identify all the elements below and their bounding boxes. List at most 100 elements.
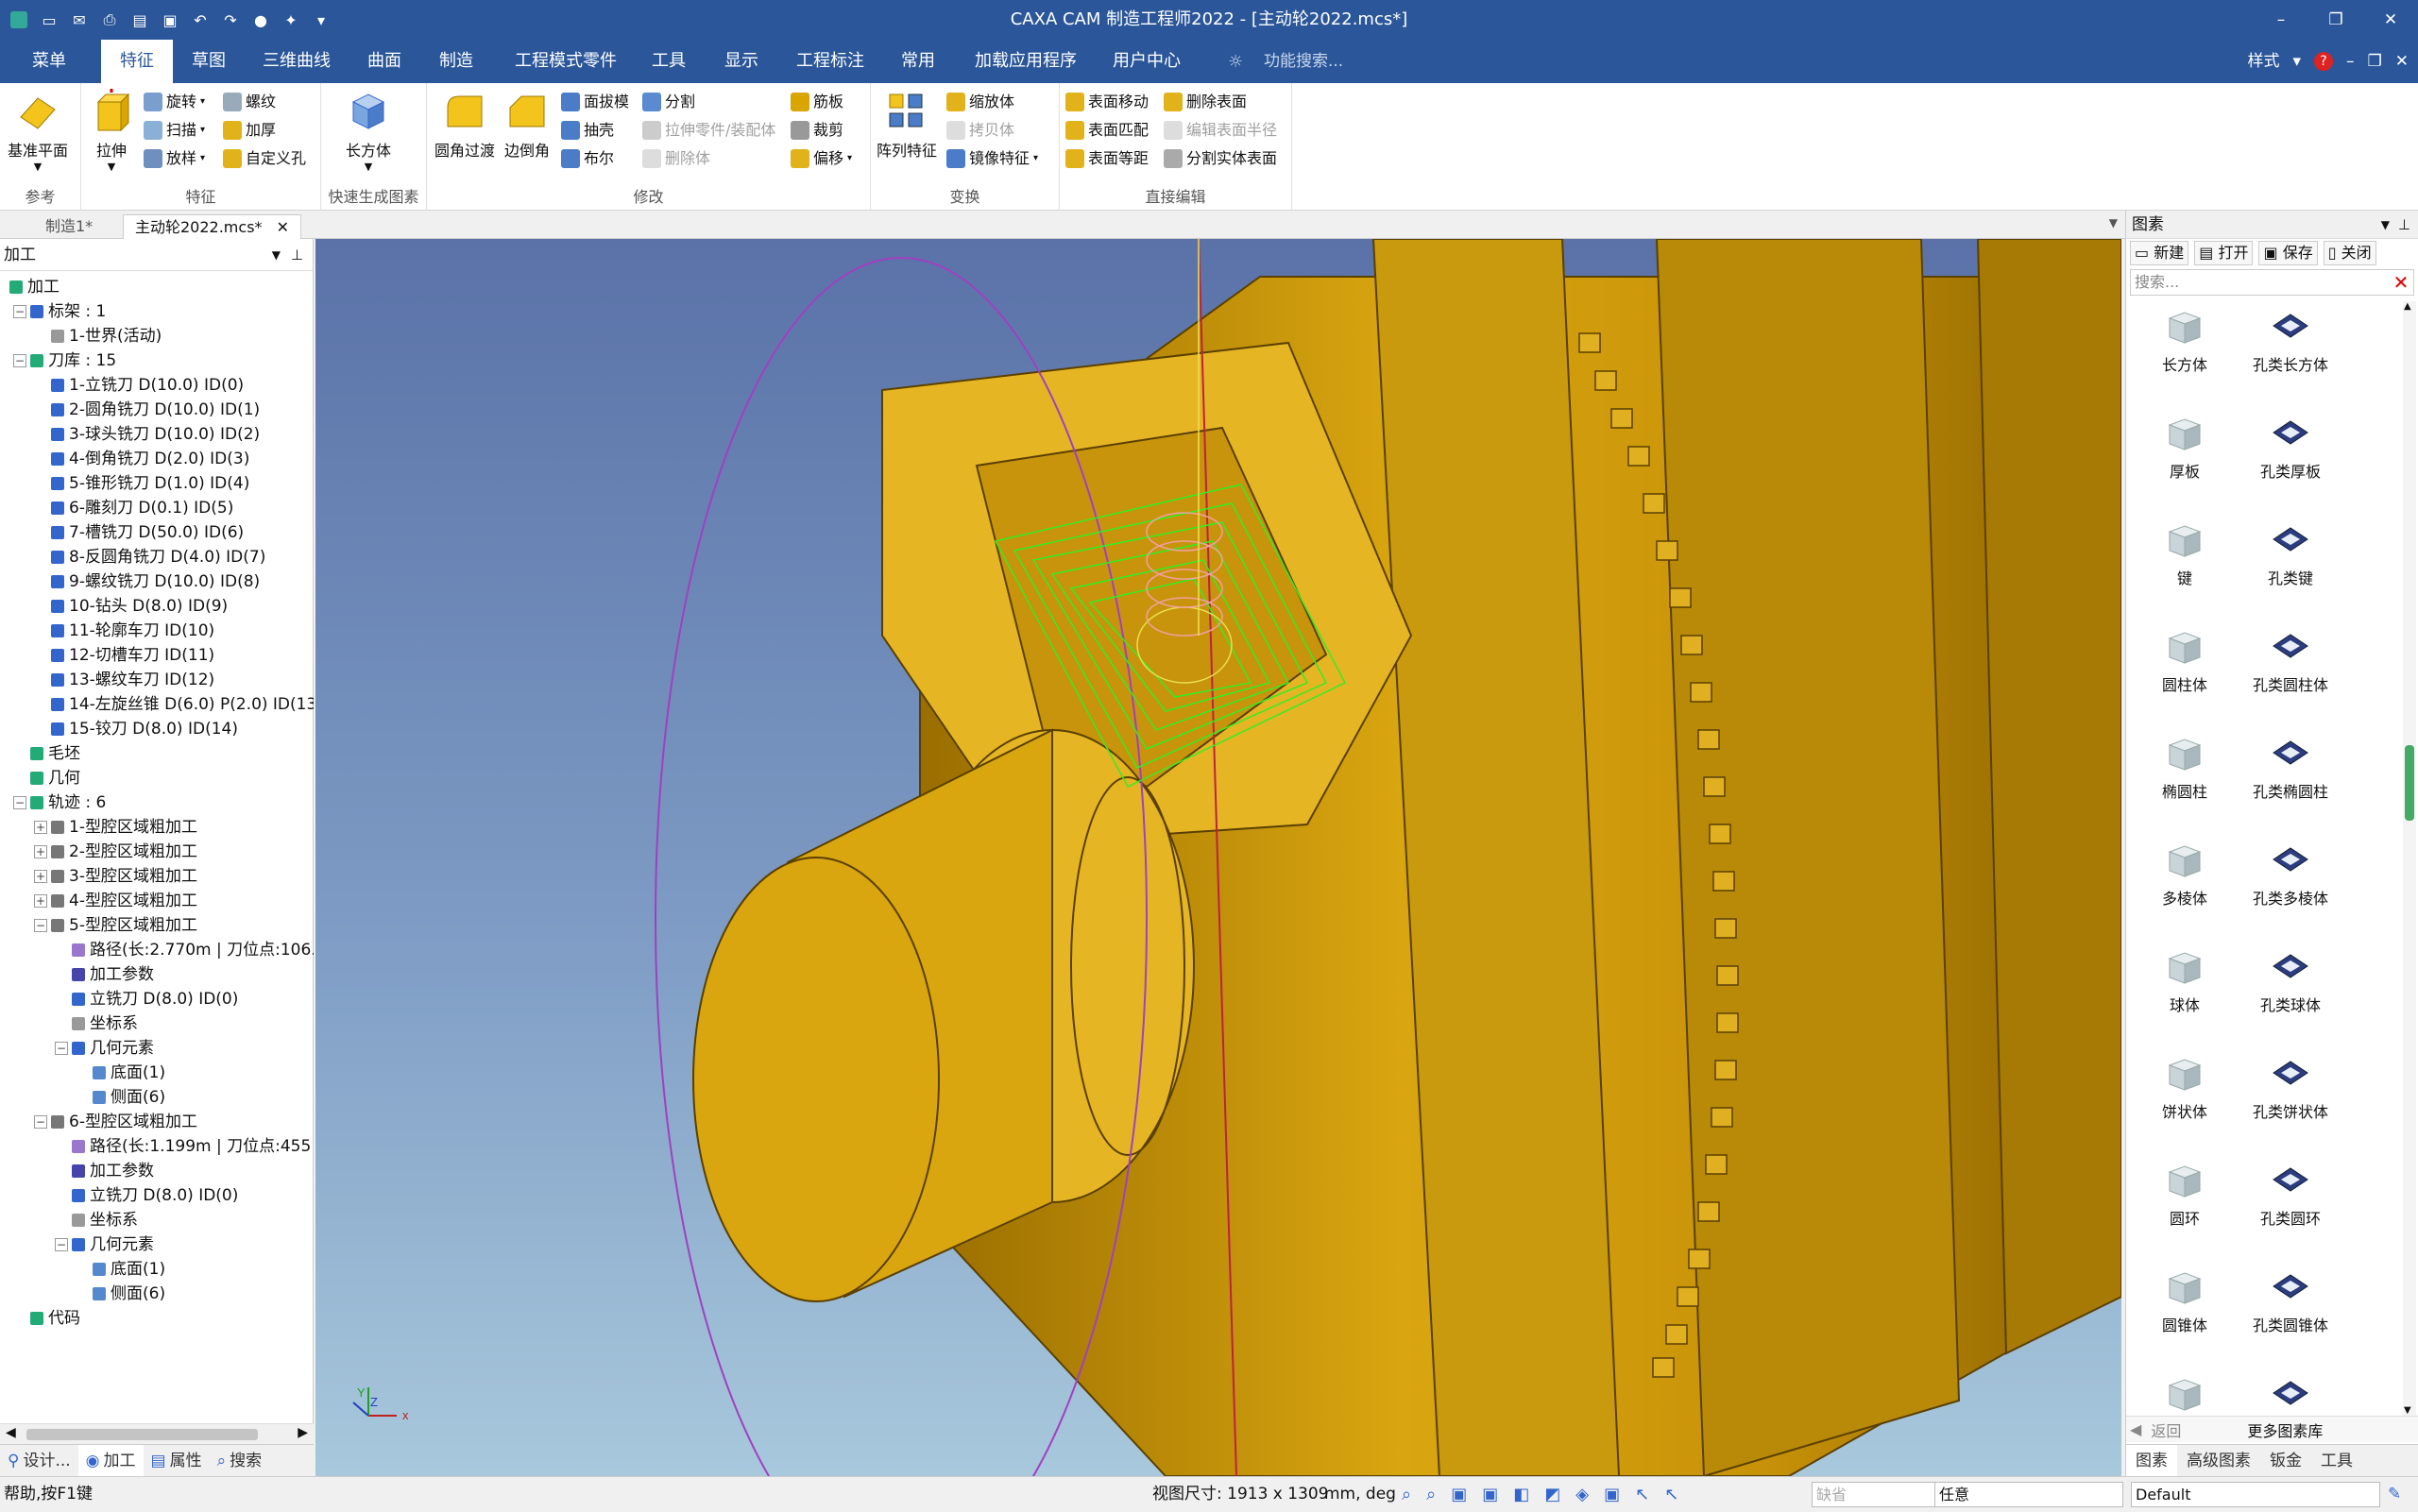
tree-node[interactable]: 坐标系 xyxy=(72,1011,138,1036)
tree-node[interactable]: 底面(1) xyxy=(93,1061,165,1085)
primitive-item[interactable]: 孔类球体 xyxy=(2234,949,2347,1015)
match-face-button[interactable]: 表面匹配 xyxy=(1065,117,1149,144)
style-dropdown-arrow-icon[interactable]: ▾ xyxy=(2292,40,2301,83)
primitive-item[interactable]: 孔类圆环 xyxy=(2234,1163,2347,1229)
offset-button[interactable]: 偏移 ▾ xyxy=(791,145,852,172)
primitive-item[interactable]: 厚板 xyxy=(2128,416,2241,482)
section-view-icon[interactable]: ◧ xyxy=(1513,1477,1529,1512)
primitive-item[interactable]: 孔类键 xyxy=(2234,522,2347,588)
tree-node[interactable]: 14-左旋丝锥 D(6.0) P(2.0) ID(13 xyxy=(51,692,314,717)
pencil-icon[interactable]: ✎ xyxy=(2388,1477,2401,1512)
tree-node[interactable]: 13-螺纹车刀 ID(12) xyxy=(51,668,214,692)
tree-node[interactable]: 1-立铣刀 D(10.0) ID(0) xyxy=(51,373,244,398)
tree-node[interactable]: 1-世界(活动) xyxy=(51,324,162,348)
tree-expander[interactable]: + xyxy=(34,845,47,858)
more-libraries-button[interactable]: 更多图素库 xyxy=(2247,1419,2323,1441)
doc-tab-main-wheel[interactable]: 主动轮2022.mcs* ✕ xyxy=(123,214,302,239)
tree-node[interactable]: 10-钻头 D(8.0) ID(9) xyxy=(51,594,228,619)
panel-dropdown-icon[interactable]: ▼ xyxy=(272,239,281,271)
back-arrow-icon[interactable]: ◀ xyxy=(2130,1420,2141,1438)
tree-node[interactable]: 加工参数 xyxy=(72,1159,154,1183)
tab-surface[interactable]: 曲面 xyxy=(367,40,401,83)
maximize-button[interactable]: ❐ xyxy=(2308,0,2363,40)
tree-node[interactable]: 轨迹 : 6 xyxy=(30,790,106,815)
view-orient-icon[interactable]: ▣ xyxy=(1451,1477,1467,1512)
tree-node[interactable]: 15-铰刀 D(8.0) ID(14) xyxy=(51,717,238,741)
mirror-feature-button[interactable]: 镜像特征 ▾ xyxy=(946,145,1038,172)
tree-node[interactable]: 刀库 : 15 xyxy=(30,348,116,373)
tree-node[interactable]: 代码 xyxy=(30,1306,80,1331)
new-library-button[interactable]: ▭ 新建 xyxy=(2130,241,2189,265)
display-mode-icon[interactable]: ▣ xyxy=(1482,1477,1498,1512)
tree-node[interactable]: 标架 : 1 xyxy=(30,299,106,324)
tab-feature[interactable]: 特征 xyxy=(101,40,173,83)
doc-minimize-button[interactable]: – xyxy=(2346,40,2355,83)
tab-display[interactable]: 显示 xyxy=(724,40,758,83)
tree-expander[interactable]: − xyxy=(13,305,26,318)
primitive-item[interactable]: 圆柱体 xyxy=(2128,629,2241,695)
primitive-item[interactable]: 多棱体 xyxy=(2128,842,2241,909)
tree-node[interactable]: 2-型腔区域粗加工 xyxy=(51,840,197,864)
primitive-item[interactable]: 孔类长方体 xyxy=(2234,309,2347,375)
split-body-face-button[interactable]: 分割实体表面 xyxy=(1164,145,1277,172)
move-face-button[interactable]: 表面移动 xyxy=(1065,89,1149,115)
primitive-item[interactable]: 键 xyxy=(2128,522,2241,588)
tab-user-center[interactable]: 用户中心 xyxy=(1113,40,1181,83)
primitive-item[interactable] xyxy=(2128,1376,2241,1416)
tree-node[interactable]: 7-槽铣刀 D(50.0) ID(6) xyxy=(51,520,244,545)
delete-body-button[interactable]: 删除体 xyxy=(642,145,710,172)
boolean-button[interactable]: 布尔 xyxy=(561,145,614,172)
tree-expander[interactable]: − xyxy=(13,796,26,809)
tree-node[interactable]: 路径(长:1.199m | 刀位点:455 xyxy=(72,1134,311,1159)
primitive-search-input[interactable]: 搜索... ✕ xyxy=(2130,269,2414,296)
trim-button[interactable]: 裁剪 xyxy=(791,117,843,144)
filter-default-select[interactable]: 缺省 xyxy=(1812,1482,1936,1507)
zoom-icon[interactable]: ⌕ xyxy=(1402,1477,1411,1512)
custom-hole-button[interactable]: 自定义孔 xyxy=(223,145,306,172)
tree-node[interactable]: 立铣刀 D(8.0) ID(0) xyxy=(72,1183,238,1208)
tab-advanced-primitives[interactable]: 高级图素 xyxy=(2177,1445,2260,1477)
tree-node[interactable]: 几何元素 xyxy=(72,1232,154,1257)
tree-node[interactable]: 8-反圆角铣刀 D(4.0) ID(7) xyxy=(51,545,265,569)
scroll-right-icon[interactable]: ▶ xyxy=(298,1425,308,1440)
primitive-item[interactable]: 长方体 xyxy=(2128,309,2241,375)
tree-node[interactable]: 立铣刀 D(8.0) ID(0) xyxy=(72,987,238,1011)
primitive-item[interactable]: 椭圆柱 xyxy=(2128,736,2241,802)
scroll-down-icon[interactable]: ▼ xyxy=(2404,1405,2411,1416)
shell-button[interactable]: 抽壳 xyxy=(561,117,614,144)
style-dropdown[interactable]: 样式 xyxy=(2247,40,2279,83)
tree-expander[interactable]: + xyxy=(34,821,47,834)
tree-node[interactable]: 加工参数 xyxy=(72,962,154,987)
close-button[interactable]: ✕ xyxy=(2363,0,2418,40)
doc-close-button[interactable]: ✕ xyxy=(2395,40,2409,83)
tree-node[interactable]: 3-球头铣刀 D(10.0) ID(2) xyxy=(51,422,260,447)
scroll-thumb[interactable] xyxy=(26,1429,258,1440)
datum-plane-button[interactable]: 基准平面 ▼ xyxy=(8,89,68,173)
tree-node[interactable]: 9-螺纹铣刀 D(10.0) ID(8) xyxy=(51,569,260,594)
loft-button[interactable]: 放样 ▾ xyxy=(144,145,205,172)
tree-node[interactable]: 4-型腔区域粗加工 xyxy=(51,889,197,913)
tree-expander[interactable]: − xyxy=(55,1238,68,1251)
tree-node[interactable]: 6-型腔区域粗加工 xyxy=(51,1110,197,1134)
tree-expander[interactable]: − xyxy=(13,354,26,367)
tree-node[interactable]: 1-型腔区域粗加工 xyxy=(51,815,197,840)
tree-expander[interactable]: − xyxy=(55,1042,68,1055)
tree-node[interactable]: 2-圆角铣刀 D(10.0) ID(1) xyxy=(51,398,260,422)
save-library-button[interactable]: ▣ 保存 xyxy=(2258,241,2318,265)
function-search-input[interactable]: 功能搜索... xyxy=(1264,40,1343,83)
toolpath-view-icon[interactable]: ◩ xyxy=(1544,1477,1560,1512)
revolve-button[interactable]: 旋转 ▾ xyxy=(144,89,205,115)
horizontal-scrollbar[interactable]: ◀ ▶ xyxy=(0,1423,314,1444)
close-tab-icon[interactable]: ✕ xyxy=(277,218,289,236)
primitive-item[interactable]: 球体 xyxy=(2128,949,2241,1015)
tree-node[interactable]: 毛坯 xyxy=(30,741,80,766)
primitive-item[interactable]: 孔类厚板 xyxy=(2234,416,2347,482)
primitive-item[interactable] xyxy=(2234,1376,2347,1416)
tab-primitives[interactable]: 图素 xyxy=(2126,1445,2177,1477)
pattern-feature-button[interactable]: 阵列特征 xyxy=(877,89,937,161)
tab-search[interactable]: ⌕ 搜索 xyxy=(210,1445,270,1477)
pin-icon[interactable]: ⊥ xyxy=(2398,211,2410,239)
tree-node[interactable]: 几何元素 xyxy=(72,1036,154,1061)
tree-node[interactable]: 4-倒角铣刀 D(2.0) ID(3) xyxy=(51,447,249,471)
primitive-item[interactable]: 圆锥体 xyxy=(2128,1269,2241,1335)
